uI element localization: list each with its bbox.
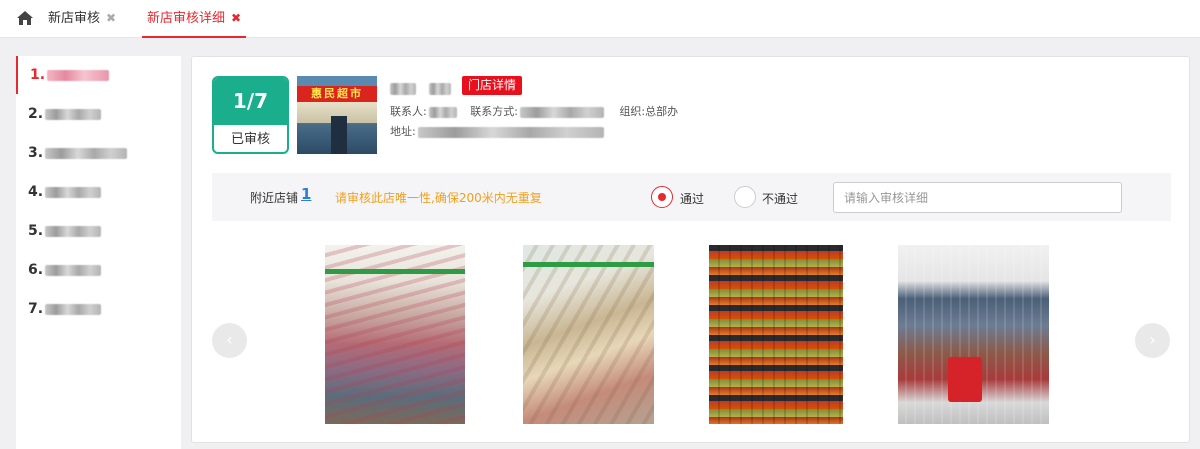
sidebar-item-7[interactable]: 7. — [16, 290, 181, 328]
sidebar-item-2[interactable]: 2. — [16, 95, 181, 133]
reject-radio[interactable] — [734, 186, 756, 208]
sidebar-item-3[interactable]: 3. — [16, 134, 181, 172]
redacted-store-name — [45, 225, 102, 237]
sidebar-item-label: 2. — [28, 106, 44, 122]
reject-label[interactable]: 不通过 — [762, 190, 798, 207]
storefront-sign: 惠民超市 — [297, 86, 377, 102]
contact-label: 联系人: — [390, 105, 427, 118]
redacted-store-name — [45, 264, 102, 276]
uniqueness-tip: 请审核此店唯一性,确保200米内无重复 — [335, 191, 542, 205]
store-interior-photo-3[interactable] — [709, 245, 843, 424]
redacted-phone — [519, 106, 604, 118]
storefront-photo[interactable]: 惠民超市 — [297, 76, 377, 154]
tab-new-store-review-detail[interactable]: 新店审核详细 ✖ — [142, 0, 247, 38]
nearby-stores-label: 附近店铺 — [250, 191, 299, 205]
chevron-right-icon[interactable]: › — [1135, 323, 1170, 358]
sidebar-item-label: 6. — [28, 262, 44, 278]
store-name — [388, 78, 452, 97]
redacted-address — [417, 126, 604, 138]
chevron-left-icon[interactable]: ‹ — [212, 323, 247, 358]
store-list-sidebar: 1. 2. 3. 4. 5. 6. 7. — [16, 56, 181, 449]
store-interior-photo-4[interactable] — [898, 245, 1049, 424]
nearby-stores-count-link[interactable]: 1 — [301, 185, 311, 203]
address-label: 地址: — [390, 125, 416, 138]
redacted-store-name — [45, 147, 128, 159]
review-progress-card: 1/7 已审核 — [212, 76, 289, 154]
sidebar-item-6[interactable]: 6. — [16, 251, 181, 289]
sidebar-item-4[interactable]: 4. — [16, 173, 181, 211]
review-status: 已审核 — [230, 132, 270, 147]
store-detail-panel: 1/7 已审核 惠民超市 门店详情 联系人: 联系方式: 组织:总部办 地址: … — [191, 56, 1190, 443]
sidebar-item-5[interactable]: 5. — [16, 212, 181, 250]
store-detail-button[interactable]: 门店详情 — [462, 76, 523, 95]
sidebar-item-label: 1. — [30, 67, 46, 83]
review-progress-count: 1/7 — [214, 78, 287, 125]
pass-radio[interactable] — [651, 186, 673, 208]
store-address-row: 地址: — [390, 123, 604, 139]
sidebar-item-label: 4. — [28, 184, 44, 200]
pass-label[interactable]: 通过 — [680, 190, 704, 207]
tab-bar: 新店审核 ✖ 新店审核详细 ✖ — [0, 0, 1200, 38]
redacted-store-name — [45, 186, 102, 198]
store-interior-photo-2[interactable] — [523, 245, 654, 424]
close-icon[interactable]: ✖ — [231, 0, 241, 36]
tab-new-store-review[interactable]: 新店审核 ✖ — [48, 0, 116, 38]
redacted-contact — [428, 106, 457, 118]
close-icon[interactable]: ✖ — [106, 0, 116, 36]
sidebar-item-label: 5. — [28, 223, 44, 239]
redacted-store-name — [45, 303, 102, 315]
sidebar-item-1[interactable]: 1. — [16, 56, 181, 94]
org-label: 组织: — [619, 105, 646, 118]
org-value: 总部办 — [645, 105, 679, 118]
sidebar-item-label: 3. — [28, 145, 44, 161]
store-interior-photo-1[interactable] — [325, 245, 465, 424]
review-detail-input[interactable] — [833, 182, 1122, 213]
sidebar-item-label: 7. — [28, 301, 44, 317]
tab-label: 新店审核详细 — [147, 11, 226, 26]
store-contact-row: 联系人: 联系方式: 组织:总部办 — [390, 103, 678, 119]
phone-label: 联系方式: — [470, 105, 518, 118]
tab-label: 新店审核 — [48, 11, 101, 26]
redacted-store-name — [47, 69, 110, 81]
home-icon[interactable] — [16, 9, 34, 27]
review-bar: 附近店铺 1 请审核此店唯一性,确保200米内无重复 通过 不通过 — [212, 173, 1171, 221]
redacted-store-name — [45, 108, 102, 120]
